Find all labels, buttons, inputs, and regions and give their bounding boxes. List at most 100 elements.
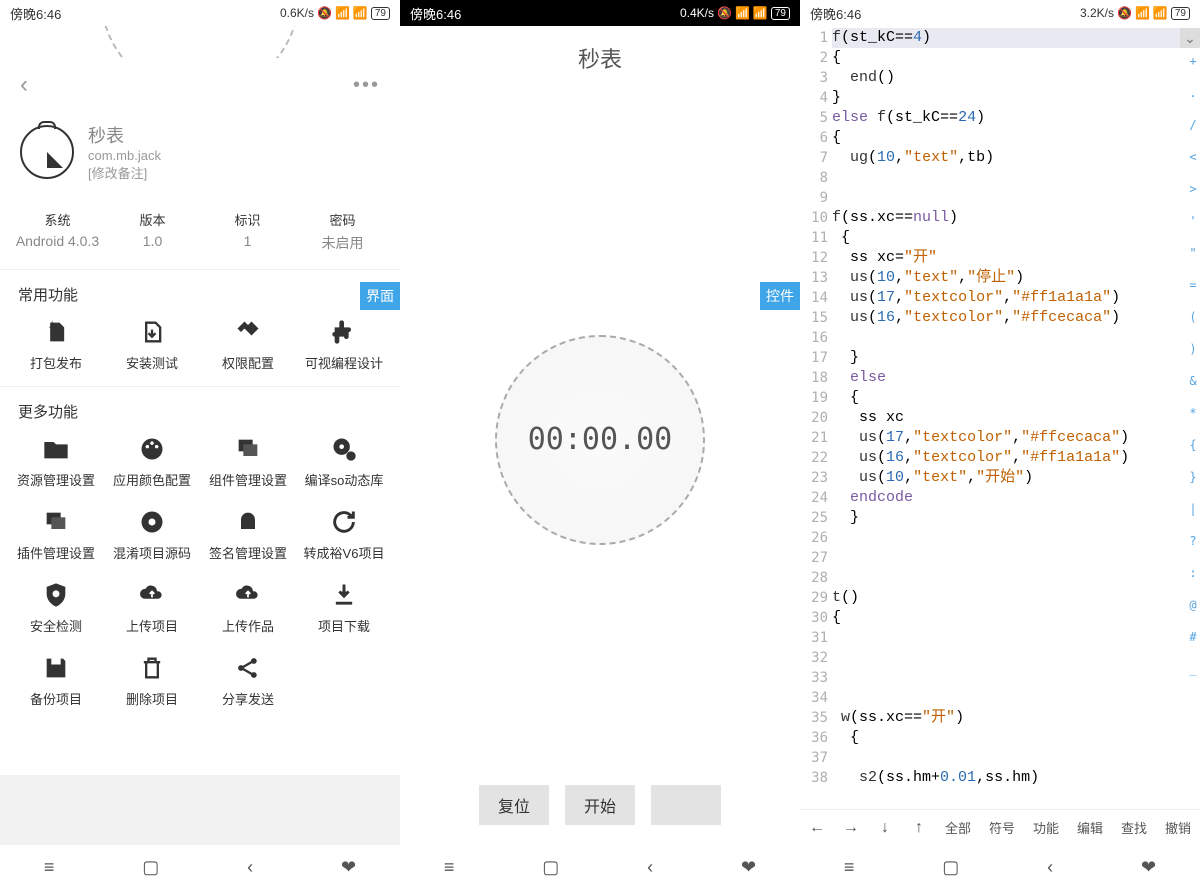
symbol-key[interactable]: . <box>1189 86 1196 100</box>
symbol-key[interactable]: ) <box>1189 342 1196 356</box>
nav-row: ‹ ••• <box>0 58 400 112</box>
arrow-down[interactable]: ↓ <box>868 819 902 837</box>
tb-undo[interactable]: 撤销 <box>1156 818 1200 837</box>
cloud-up-icon <box>137 580 167 610</box>
chevron-down-icon[interactable]: ⌄ <box>1180 28 1200 48</box>
item-plugin-manage[interactable]: 插件管理设置 <box>8 507 104 562</box>
item-backup[interactable]: 备份项目 <box>8 653 104 708</box>
item-visual-design[interactable]: 可视编程设计 <box>296 317 392 372</box>
arrow-left[interactable]: ← <box>800 819 834 837</box>
symbol-key[interactable]: : <box>1189 566 1196 580</box>
timer-circle: 00:00.00 <box>495 335 705 545</box>
nav-back-icon[interactable]: ‹ <box>647 857 653 878</box>
item-upload-work[interactable]: 上传作品 <box>200 580 296 635</box>
float-tab-widget[interactable]: 控件 <box>760 282 800 310</box>
line-gutter: 1234567891011121314151617181920212223242… <box>800 26 832 809</box>
prop-flag[interactable]: 标识 1 <box>200 210 295 253</box>
folder-icon <box>41 434 71 464</box>
item-package-publish[interactable]: 打包发布 <box>8 317 104 372</box>
symbol-key[interactable]: = <box>1189 278 1196 292</box>
nav-menu-icon[interactable]: ≡ <box>444 857 455 878</box>
symbol-key[interactable]: | <box>1189 502 1196 516</box>
item-compile-so[interactable]: 编译so动态库 <box>296 434 392 489</box>
back-icon[interactable]: ‹ <box>20 71 28 99</box>
cloud-up-icon <box>233 580 263 610</box>
system-nav: ≡ ▢ ‹ ❤ <box>800 845 1200 889</box>
symbol-key[interactable]: @ <box>1189 598 1196 612</box>
tb-find[interactable]: 查找 <box>1112 818 1156 837</box>
palette-icon <box>137 434 167 464</box>
code-content[interactable]: f(st_kC==4){ end()}else f(st_kC==24){ ug… <box>832 26 1200 809</box>
signal-icon: 📶 <box>735 6 750 20</box>
symbol-key[interactable]: ? <box>1189 534 1196 548</box>
item-delete[interactable]: 删除项目 <box>104 653 200 708</box>
nav-home-icon[interactable]: ▢ <box>942 857 959 878</box>
nav-back-icon[interactable]: ‹ <box>1047 857 1053 878</box>
lap-button[interactable] <box>651 785 721 825</box>
item-download-project[interactable]: 项目下载 <box>296 580 392 635</box>
item-convert-v6[interactable]: 转成裕V6项目 <box>296 507 392 562</box>
nav-back-icon[interactable]: ‹ <box>247 857 253 878</box>
tb-all[interactable]: 全部 <box>936 818 980 837</box>
symbol-key[interactable]: " <box>1189 246 1196 260</box>
status-time: 傍晚6:46 <box>410 4 461 23</box>
arrow-right[interactable]: → <box>834 819 868 837</box>
symbol-key[interactable]: * <box>1189 406 1196 420</box>
app-meta: 秒表 com.mb.jack [修改备注] <box>88 122 161 182</box>
prop-password[interactable]: 密码 未启用 <box>295 210 390 253</box>
item-upload-project[interactable]: 上传项目 <box>104 580 200 635</box>
app-remark[interactable]: [修改备注] <box>88 163 161 182</box>
item-install-test[interactable]: 安装测试 <box>104 317 200 372</box>
system-nav: ≡ ▢ ‹ ❤ <box>0 845 400 889</box>
trash-icon <box>137 653 167 683</box>
symbol-key[interactable]: } <box>1189 470 1196 484</box>
symbol-key[interactable]: # <box>1189 630 1196 644</box>
symbol-key[interactable]: < <box>1189 150 1196 164</box>
prop-version[interactable]: 版本 1.0 <box>105 210 200 253</box>
start-button[interactable]: 开始 <box>565 785 635 825</box>
screen-project-detail: 傍晚6:46 0.6K/s 🔕 📶 📶 79 ‹ ••• 秒表 com.mb.j… <box>0 0 400 889</box>
tb-symbol[interactable]: 符号 <box>980 818 1024 837</box>
arrow-up[interactable]: ↑ <box>902 819 936 837</box>
item-color-config[interactable]: 应用颜色配置 <box>104 434 200 489</box>
symbol-key[interactable]: ' <box>1189 214 1196 228</box>
signal-icon: 📶 <box>1135 6 1150 20</box>
item-permission-config[interactable]: 权限配置 <box>200 317 296 372</box>
item-resource-manage[interactable]: 资源管理设置 <box>8 434 104 489</box>
tb-function[interactable]: 功能 <box>1024 818 1068 837</box>
editor-toolbar: ← → ↓ ↑ 全部 符号 功能 编辑 查找 撤销 <box>800 809 1200 845</box>
nav-recent-icon[interactable]: ❤ <box>741 857 756 878</box>
timer-preview-partial <box>100 26 300 58</box>
float-tab-ui[interactable]: 界面 <box>360 282 400 310</box>
item-security[interactable]: 安全检测 <box>8 580 104 635</box>
package-icon <box>41 317 71 347</box>
symbol-key[interactable]: + <box>1189 54 1196 68</box>
item-share[interactable]: 分享发送 <box>200 653 296 708</box>
symbol-strip: +. / < > ' " = () & * {} |?: @ # _ <box>1186 54 1200 676</box>
stopwatch-icon <box>20 125 74 179</box>
item-component-manage[interactable]: 组件管理设置 <box>200 434 296 489</box>
reset-button[interactable]: 复位 <box>479 785 549 825</box>
nav-home-icon[interactable]: ▢ <box>542 857 559 878</box>
status-bar: 傍晚6:46 0.4K/s 🔕 📶 📶 79 <box>400 0 800 26</box>
nav-recent-icon[interactable]: ❤ <box>341 857 356 878</box>
more-icon[interactable]: ••• <box>353 74 380 97</box>
item-obfuscate[interactable]: 混淆项目源码 <box>104 507 200 562</box>
nav-home-icon[interactable]: ▢ <box>142 857 159 878</box>
symbol-key[interactable]: { <box>1189 438 1196 452</box>
nav-menu-icon[interactable]: ≡ <box>844 857 855 878</box>
tb-edit[interactable]: 编辑 <box>1068 818 1112 837</box>
item-signature[interactable]: 签名管理设置 <box>200 507 296 562</box>
section-more: 更多功能 <box>0 387 400 430</box>
symbol-key[interactable]: > <box>1189 182 1196 196</box>
prop-system[interactable]: 系统 Android 4.0.3 <box>10 210 105 253</box>
symbol-key[interactable]: _ <box>1189 662 1196 676</box>
nav-menu-icon[interactable]: ≡ <box>44 857 55 878</box>
app-name: 秒表 <box>88 122 161 148</box>
nav-recent-icon[interactable]: ❤ <box>1141 857 1156 878</box>
symbol-key[interactable]: / <box>1189 118 1196 132</box>
code-editor[interactable]: 1234567891011121314151617181920212223242… <box>800 26 1200 809</box>
gear-icon <box>137 507 167 537</box>
symbol-key[interactable]: & <box>1189 374 1196 388</box>
symbol-key[interactable]: ( <box>1189 310 1196 324</box>
